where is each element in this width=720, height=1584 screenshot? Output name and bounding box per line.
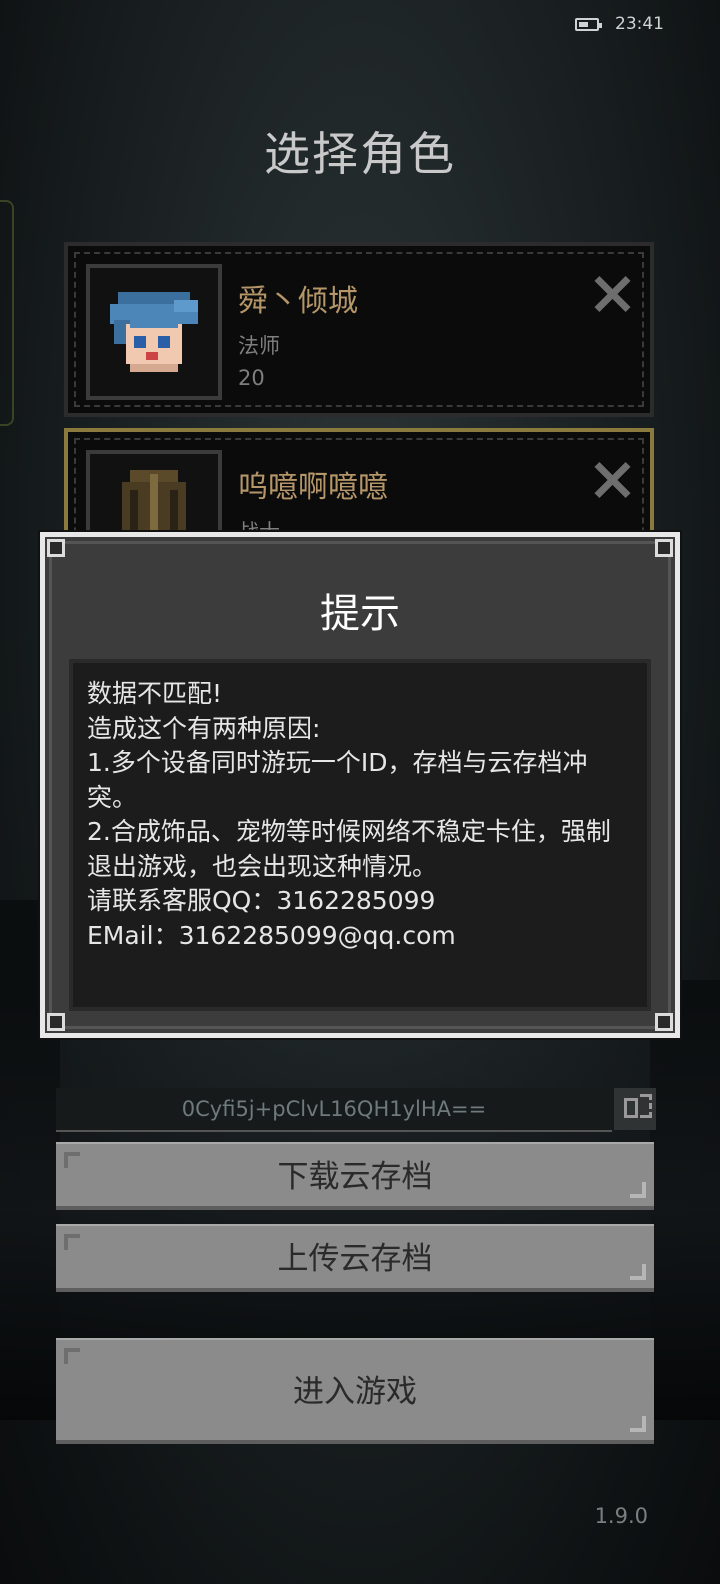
character-name: 舜丶倾城 xyxy=(238,284,358,319)
copy-icon-part xyxy=(640,1094,652,1118)
button-corner xyxy=(630,1416,646,1432)
character-class: 法师 xyxy=(238,334,280,358)
dialog-message[interactable]: 数据不匹配! 造成这个有两种原因: 1.多个设备同时游玩一个ID，存档与云存档冲… xyxy=(69,659,651,1011)
dialog-corner-ornament xyxy=(655,1013,673,1031)
download-cloud-save-button[interactable]: 下载云存档 xyxy=(56,1142,654,1210)
dialog-corner-ornament xyxy=(47,539,65,557)
button-label: 上传云存档 xyxy=(277,1241,433,1277)
character-level: 20 xyxy=(238,366,265,390)
character-name: 呜噫啊噫噫 xyxy=(238,470,388,505)
battery-icon xyxy=(575,17,602,31)
status-time: 23:41 xyxy=(615,14,664,34)
save-code-field[interactable]: 0Cyfi5j+pClvL16QH1ylHA== xyxy=(56,1088,612,1132)
button-corner xyxy=(64,1234,80,1250)
delete-icon[interactable] xyxy=(592,460,632,500)
status-bar: 23:41 xyxy=(575,14,664,34)
button-corner xyxy=(64,1348,80,1364)
delete-icon[interactable] xyxy=(592,274,632,314)
message-line: 请联系客服QQ：3162285099 xyxy=(87,886,436,915)
dialog-corner-ornament xyxy=(47,1013,65,1031)
message-line: 1.多个设备同时游玩一个ID，存档与云存档冲突。 xyxy=(87,748,588,812)
button-label: 下载云存档 xyxy=(277,1159,433,1195)
side-panel-tab[interactable] xyxy=(0,200,14,426)
button-label: 进入游戏 xyxy=(293,1374,417,1410)
message-line: 造成这个有两种原因: xyxy=(87,713,321,743)
version-label: 1.9.0 xyxy=(594,1504,648,1528)
button-corner xyxy=(630,1182,646,1198)
upload-cloud-save-button[interactable]: 上传云存档 xyxy=(56,1224,654,1292)
character-portrait-mage xyxy=(86,264,222,400)
enter-game-button[interactable]: 进入游戏 xyxy=(56,1338,654,1444)
save-code-row: 0Cyfi5j+pClvL16QH1ylHA== xyxy=(56,1088,656,1132)
copy-button[interactable] xyxy=(614,1088,656,1130)
button-corner xyxy=(630,1264,646,1280)
page-title: 选择角色 xyxy=(264,127,456,181)
message-line: 2.合成饰品、宠物等时候网络不稳定卡住，强制退出游戏，也会出现这种情况。 xyxy=(87,817,611,881)
message-line: 数据不匹配! xyxy=(87,679,223,708)
dialog-title: 提示 xyxy=(320,591,400,637)
alert-dialog: 提示 数据不匹配! 造成这个有两种原因: 1.多个设备同时游玩一个ID，存档与云… xyxy=(40,532,680,1038)
dialog-corner-ornament xyxy=(655,539,673,557)
copy-icon xyxy=(624,1098,638,1118)
message-line: EMail：3162285099@qq.com xyxy=(87,920,456,950)
button-corner xyxy=(64,1152,80,1168)
character-card[interactable]: 舜丶倾城 法师 20 xyxy=(64,242,654,417)
